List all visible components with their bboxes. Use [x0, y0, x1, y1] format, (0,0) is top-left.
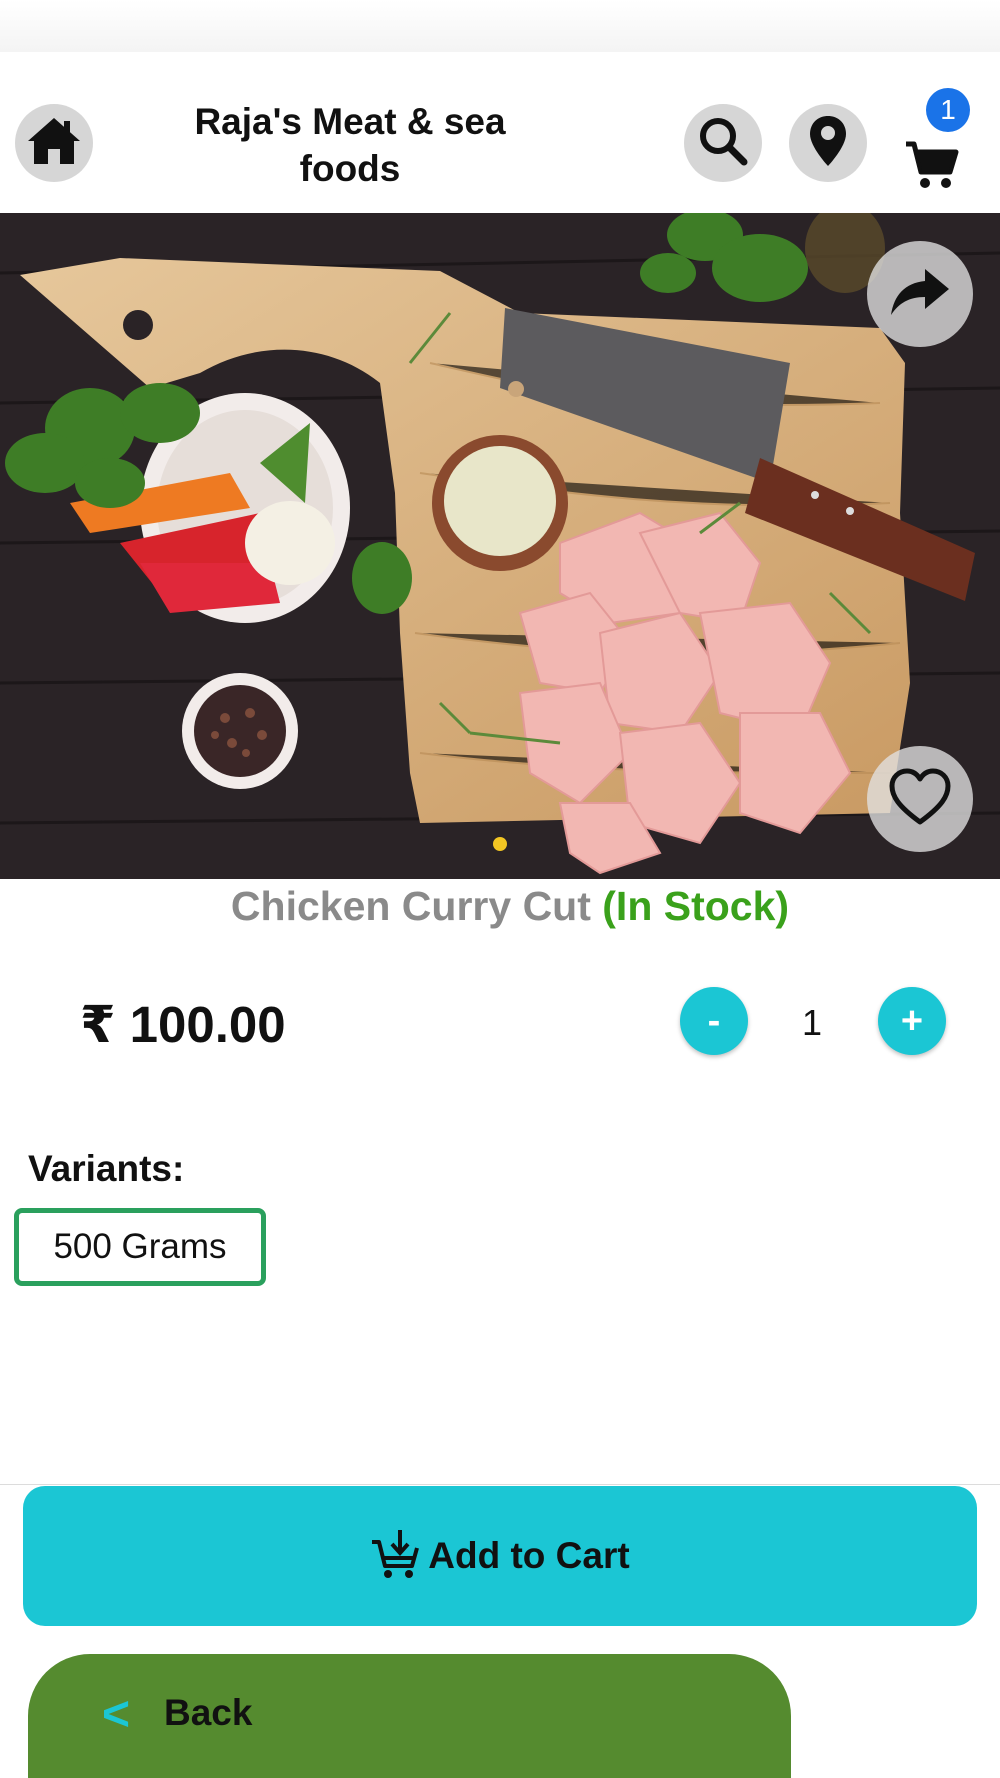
quantity-decrement-button[interactable]: - — [680, 987, 748, 1055]
divider — [0, 1484, 1000, 1485]
add-to-cart-button[interactable]: Add to Cart — [23, 1486, 977, 1626]
cart-button[interactable] — [900, 122, 970, 192]
product-price: ₹ 100.00 — [80, 996, 286, 1053]
carousel-dot-active[interactable] — [493, 837, 507, 851]
location-pin-icon — [808, 114, 848, 173]
app-header: Raja's Meat & sea foods — [0, 52, 1000, 213]
quantity-increment-button[interactable]: + — [878, 987, 946, 1055]
chevron-left-icon: < — [102, 1688, 131, 1741]
product-name: Chicken Curry Cut — [230, 883, 591, 929]
home-button[interactable] — [15, 104, 93, 182]
add-to-cart-label: Add to Cart — [428, 1535, 630, 1576]
stock-status: (In Stock) — [602, 883, 790, 929]
store-title: Raja's Meat & sea foods — [194, 101, 506, 189]
add-cart-icon — [370, 1528, 420, 1585]
product-image — [0, 213, 1000, 879]
search-button[interactable] — [684, 104, 762, 182]
favorite-button[interactable] — [867, 746, 973, 852]
home-icon — [26, 115, 82, 172]
heart-icon — [888, 768, 952, 831]
product-title-line: Chicken Curry Cut (In Stock) — [0, 880, 1000, 932]
cart-count-badge: 1 — [926, 88, 970, 132]
share-button[interactable] — [867, 241, 973, 347]
back-label: Back — [164, 1692, 253, 1733]
quantity-value: 1 — [801, 1002, 823, 1043]
status-bar-area — [0, 0, 1000, 53]
variant-option-selected[interactable]: 500 Grams — [14, 1208, 266, 1286]
search-icon — [697, 115, 749, 172]
back-button[interactable]: < Back — [28, 1654, 791, 1778]
variants-label: Variants: — [28, 1148, 185, 1189]
share-icon — [889, 267, 951, 322]
location-button[interactable] — [789, 104, 867, 182]
product-photo — [0, 213, 1000, 879]
